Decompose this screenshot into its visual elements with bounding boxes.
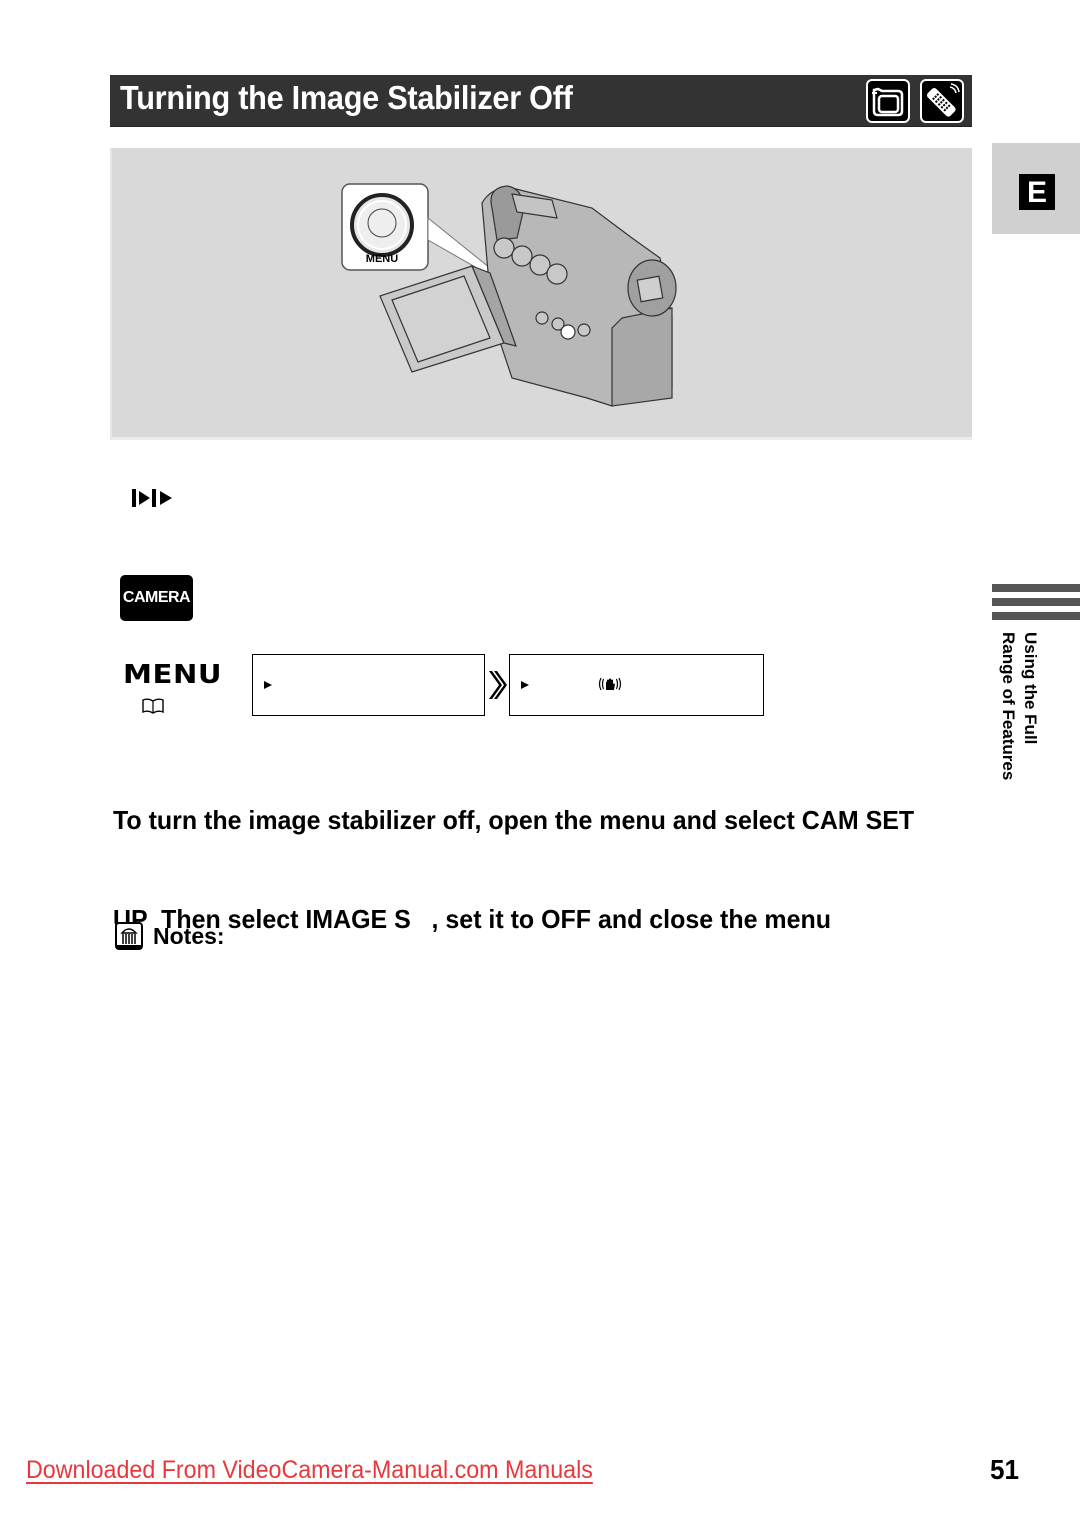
notes-icon: [115, 922, 143, 950]
section-label-line-2: Range of Features: [999, 632, 1018, 781]
play-pause-play-icon: [132, 489, 172, 507]
instruction-line-2: UP Then select IMAGE S , set it to OFF a…: [113, 904, 831, 934]
instruction-line-1: To turn the image stabilizer off, open t…: [113, 805, 915, 835]
camera-mode-badge: CAMERA: [120, 575, 193, 621]
callout-menu-label: MENU: [366, 253, 398, 265]
marker-bar: [992, 598, 1080, 606]
cursor-arrow-icon: [521, 681, 529, 689]
page-title: Turning the Image Stabilizer Off: [120, 79, 573, 116]
camcorder-illustration-panel: MENU: [110, 148, 972, 440]
section-marker-bars: [992, 584, 1080, 626]
cursor-arrow-icon: [264, 681, 272, 689]
menu-button-label: MENU: [123, 660, 223, 690]
menu-button-callout: MENU: [341, 183, 429, 271]
camcorder-icon: [866, 79, 910, 123]
image-stabilizer-icon: [598, 677, 622, 691]
camcorder-illustration: MENU: [341, 183, 677, 407]
instruction-text: To turn the image stabilizer off, open t…: [113, 738, 1006, 969]
reference-book-icon: [142, 698, 164, 714]
page-number: 51: [990, 1454, 1019, 1485]
section-title-bar: Turning the Image Stabilizer Off: [110, 75, 972, 127]
section-label-line-1: Using the Full: [1021, 632, 1040, 745]
next-step-chevron-icon: [489, 671, 507, 699]
menu-step-1-box: [252, 654, 485, 716]
menu-step-2-box: [509, 654, 764, 716]
notes-label: Notes:: [153, 923, 225, 949]
marker-bar: [992, 584, 1080, 592]
marker-bar: [992, 612, 1080, 620]
language-tab: E: [992, 143, 1080, 234]
section-side-label: Using the Full Range of Features: [990, 632, 1050, 802]
download-source-link[interactable]: Downloaded From VideoCamera-Manual.com M…: [26, 1456, 593, 1485]
language-letter: E: [1019, 174, 1055, 210]
remote-control-icon: [920, 79, 964, 123]
